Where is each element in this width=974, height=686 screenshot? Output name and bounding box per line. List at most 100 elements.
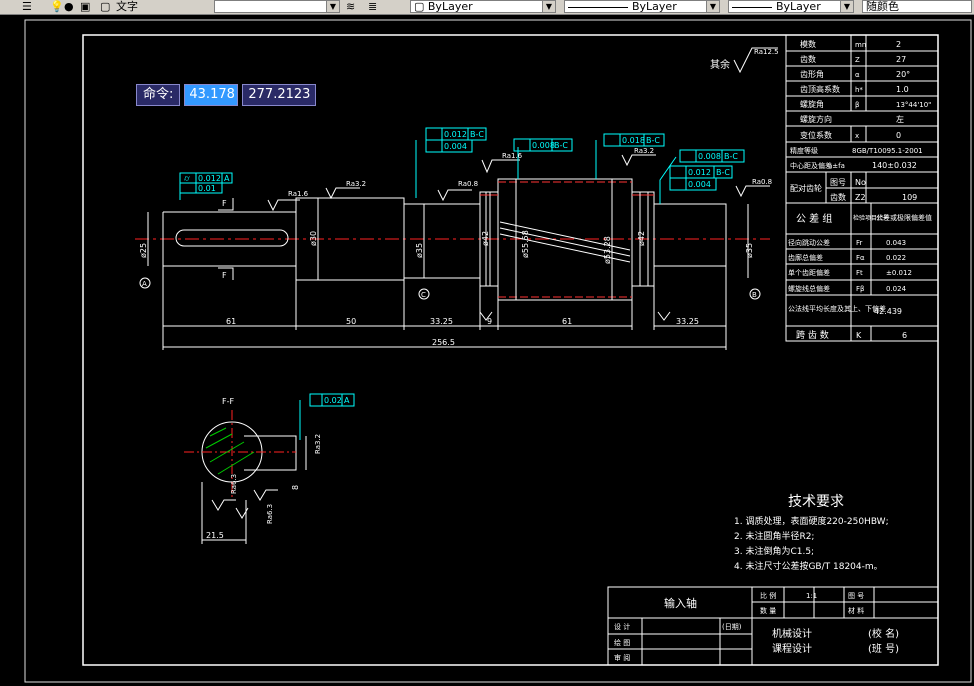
gdt5-tol: 0.008 xyxy=(698,152,721,161)
material-label: 材 料 xyxy=(848,606,864,615)
bulb-icon[interactable]: 💡 xyxy=(50,0,64,14)
gdt1-tol2: 0.01 xyxy=(198,184,216,193)
gear-param-value: 0 xyxy=(896,131,901,140)
mating-drawing-label: 图号 xyxy=(830,178,846,187)
tech-req-item: 1. 调质处理，表面硬度220-250HBW; xyxy=(734,515,889,527)
class-label: (班 号) xyxy=(868,643,899,655)
gear-param-value: 140±0.032 xyxy=(872,161,917,170)
gdt2-datum: B-C xyxy=(470,130,484,139)
gear-param-name: 中心距及偏差 xyxy=(790,161,832,170)
gdt7-datum: A xyxy=(344,396,350,405)
gear-param-symbol: mn xyxy=(855,41,866,49)
chevron-down-icon[interactable]: ▼ xyxy=(840,1,853,12)
keyway xyxy=(175,229,289,247)
date-label: (日期) xyxy=(722,623,742,631)
dia-30: ø30 xyxy=(309,231,318,246)
tech-req-item: 4. 未注尺寸公差按GB/T 18204-m。 xyxy=(734,560,883,572)
chevron-down-icon[interactable]: ▼ xyxy=(326,1,339,12)
dynamic-input[interactable]: 命令: 43.178 277.2123 xyxy=(136,84,317,106)
plot-style-dropdown[interactable]: 随颜色 xyxy=(862,0,972,13)
ra-label: Ra3.2 xyxy=(314,434,322,454)
text-style-label: 文字 xyxy=(116,0,138,13)
wk-value: 42.439 xyxy=(874,307,902,316)
quantity-label: 数 量 xyxy=(760,606,776,615)
gear-param-symbol: x xyxy=(855,132,859,140)
dia-35b: ø35 xyxy=(745,243,754,258)
rest-ra: Ra12.5 xyxy=(754,48,779,56)
course-line1: 机械设计 xyxy=(772,627,812,640)
section-mark-bottom: F xyxy=(222,271,227,280)
ra-label: Ra6.3 xyxy=(230,474,238,494)
drawing-label: 绘 图 xyxy=(614,638,630,647)
freeze-icon[interactable]: ▣ xyxy=(80,0,90,14)
chevron-down-icon[interactable]: ▼ xyxy=(706,1,719,12)
ra-label: Ra0.8 xyxy=(458,180,478,188)
sun-icon[interactable]: ● xyxy=(64,0,74,14)
ra-label: Ra6.3 xyxy=(266,504,274,524)
dia-35a: ø35 xyxy=(415,243,424,258)
datum-a-label: A xyxy=(142,280,147,288)
text-style-dropdown[interactable]: ▼ xyxy=(214,0,340,13)
layer-previous-icon[interactable]: ≣ xyxy=(368,0,377,14)
mating-teeth-value: 109 xyxy=(902,193,917,202)
datum-c-label: C xyxy=(421,291,426,299)
dim-61a: 61 xyxy=(226,317,236,326)
section-view xyxy=(184,410,307,544)
ra-label: Ra0.8 xyxy=(752,178,772,186)
tol-symbol: Fr xyxy=(856,239,863,247)
gdt1-tol: 0.012 xyxy=(198,174,221,183)
tol-name: 螺旋线总偏差 xyxy=(788,284,830,293)
ra-label: Ra1.6 xyxy=(502,152,523,160)
gdt-symbol: ⌭ xyxy=(184,174,190,183)
wk-label: 公法线平均长度及其上、下偏差 xyxy=(788,304,886,313)
dim-33-25b: 33.25 xyxy=(676,317,699,326)
mating-drawing-value: No xyxy=(855,178,866,187)
tol-name: 径向跳动公差 xyxy=(788,238,830,247)
mating-teeth-symbol: Z2 xyxy=(855,193,866,202)
gear-param-name: 螺旋方向 xyxy=(800,114,832,124)
tol-value: 0.043 xyxy=(886,239,906,247)
coord-y-input[interactable]: 277.2123 xyxy=(242,84,317,106)
linetype-dropdown[interactable]: ByLayer ▼ xyxy=(564,0,720,13)
lineweight-dropdown[interactable]: ByLayer ▼ xyxy=(728,0,854,13)
lineweight-value: ByLayer xyxy=(776,0,821,13)
key-depth-dim: 21.5 xyxy=(206,531,224,540)
part-name: 输入轴 xyxy=(664,596,697,610)
color-dropdown[interactable]: ▢ ByLayer ▼ xyxy=(410,0,556,13)
tol-value-header: 公差或极限偏差值 xyxy=(876,213,932,222)
gear-param-name: 螺旋角 xyxy=(800,99,824,109)
gdt-leaders xyxy=(179,140,677,440)
color-box-icon[interactable]: ▢ xyxy=(100,0,110,14)
gear-param-value: 左 xyxy=(896,114,904,124)
gear-param-symbol: Z xyxy=(855,56,860,64)
dim-50: 50 xyxy=(346,317,356,326)
layer-icon[interactable]: ≋ xyxy=(346,0,355,14)
gear-param-value: 1.0 xyxy=(896,85,909,94)
span-label: 跨 齿 数 xyxy=(796,329,829,341)
dia-42b: ø42 xyxy=(637,231,646,246)
dia-55: ø55.58 xyxy=(521,230,530,258)
gdt2-tol2: 0.004 xyxy=(444,142,467,151)
chevron-down-icon[interactable]: ▼ xyxy=(542,1,555,12)
dim-33-25a: 33.25 xyxy=(430,317,453,326)
gdt3-datum: B-C xyxy=(554,141,568,150)
dia-25: ø25 xyxy=(139,243,148,258)
mating-teeth-label: 齿数 xyxy=(830,192,846,202)
tech-req-item: 2. 未注圆角半径R2; xyxy=(734,530,814,542)
layer-stack-icon[interactable]: ☰ xyxy=(22,0,32,14)
mating-label: 配对齿轮 xyxy=(790,183,822,193)
coord-x-input[interactable]: 43.178 xyxy=(184,84,239,106)
section-label: F-F xyxy=(222,397,234,406)
properties-toolbar: ☰ 💡 ● ▣ ▢ 文字 ▼ ≋ ≣ ▢ ByLayer ▼ ByLayer ▼ B… xyxy=(0,0,974,15)
dia-53: ø53.28 xyxy=(603,236,612,264)
dia-42a: ø42 xyxy=(481,231,490,246)
design-label: 设 计 xyxy=(614,622,630,631)
gear-param-symbol: a±fa xyxy=(828,162,845,170)
span-value: 6 xyxy=(902,331,907,340)
gear-param-value: 8GB/T10095.1-2001 xyxy=(852,147,923,155)
gear-param-symbol: h* xyxy=(855,86,863,94)
gdt4-datum: B-C xyxy=(646,136,660,145)
tol-name: 齿廓总偏差 xyxy=(788,253,823,262)
drawing-canvas[interactable]: ⌭ 0.012 A 0.01 0.012 B-C 0.004 0.008 B-C… xyxy=(0,14,974,686)
gear-param-name: 模数 xyxy=(800,39,816,49)
